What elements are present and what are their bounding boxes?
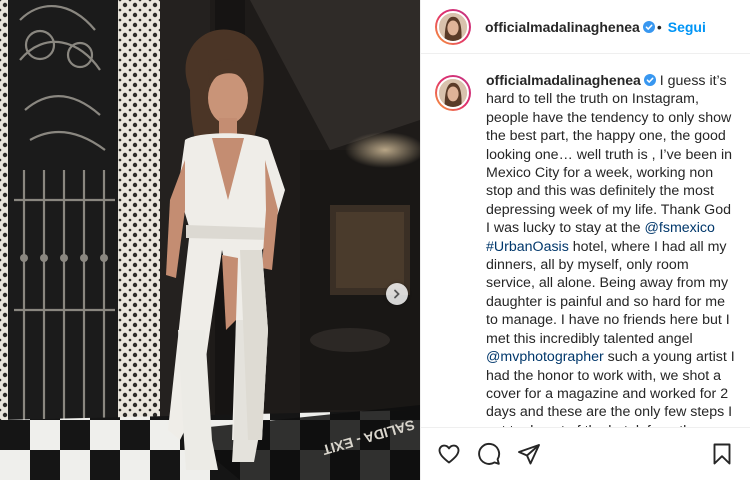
mention-link[interactable]: @fsmexico	[645, 220, 715, 236]
comment-button[interactable]	[477, 442, 501, 466]
caption-text: officialmadalinaghenea I guess it’s hard…	[486, 71, 738, 428]
avatar-image	[439, 12, 467, 41]
verified-badge-icon	[642, 20, 655, 33]
post-photo[interactable]: SALIDA - EXIT	[0, 0, 420, 480]
bookmark-icon	[713, 443, 731, 465]
like-button[interactable]	[437, 442, 461, 466]
avatar-image	[439, 79, 467, 107]
post-caption: officialmadalinaghenea I guess it’s hard…	[435, 71, 740, 428]
share-button[interactable]	[517, 442, 541, 466]
avatar[interactable]	[435, 8, 471, 45]
paper-plane-icon	[518, 444, 540, 465]
comment-icon	[478, 443, 501, 465]
mention-link[interactable]: @mvphotographer	[486, 349, 604, 365]
caption-body: I guess it’s hard to tell the truth on I…	[486, 73, 733, 237]
post-sidebar: officialmadalinaghenea • Segui officialm…	[420, 0, 750, 480]
header-username[interactable]: officialmadalinaghenea	[485, 19, 640, 35]
caption-avatar[interactable]	[435, 75, 471, 111]
post-header: officialmadalinaghenea • Segui	[421, 0, 750, 54]
photo-image: SALIDA - EXIT	[0, 0, 420, 480]
hashtag-link[interactable]: #UrbanOasis	[486, 239, 569, 255]
action-bar	[421, 427, 750, 480]
chevron-right-icon	[394, 289, 400, 299]
caption-username[interactable]: officialmadalinaghenea	[486, 72, 641, 88]
heart-icon	[438, 444, 460, 464]
save-button[interactable]	[710, 442, 734, 466]
next-photo-button[interactable]	[386, 283, 408, 305]
follow-button[interactable]: Segui	[668, 19, 706, 35]
separator-dot: •	[656, 18, 662, 35]
verified-badge-icon	[643, 74, 656, 86]
